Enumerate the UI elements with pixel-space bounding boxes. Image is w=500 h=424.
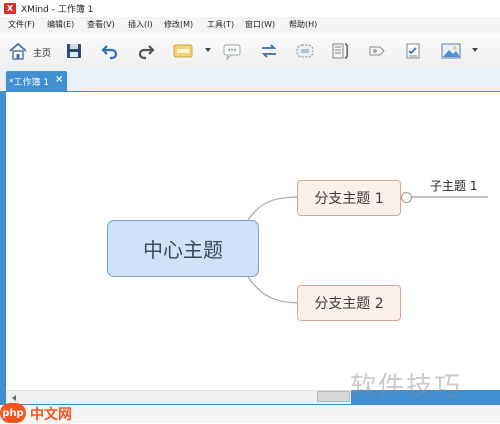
subtopic-1[interactable]: 子主题 1 xyxy=(430,177,477,194)
collapse-toggle-icon[interactable] xyxy=(401,192,412,203)
scrollbar-thumb[interactable] xyxy=(317,391,350,402)
horizontal-scrollbar[interactable] xyxy=(6,390,351,404)
branch-topic-1[interactable]: 分支主题 1 xyxy=(297,180,401,216)
watermark-site: 中文网 xyxy=(30,407,72,423)
status-bar xyxy=(0,405,500,423)
watermark-text: 软件技巧 xyxy=(350,372,463,402)
central-topic[interactable]: 中心主题 xyxy=(107,220,259,277)
scroll-left-icon[interactable] xyxy=(12,395,16,401)
php-logo: php xyxy=(0,403,26,423)
connector-lines xyxy=(247,196,488,304)
branch-topic-2[interactable]: 分支主题 2 xyxy=(297,285,401,321)
